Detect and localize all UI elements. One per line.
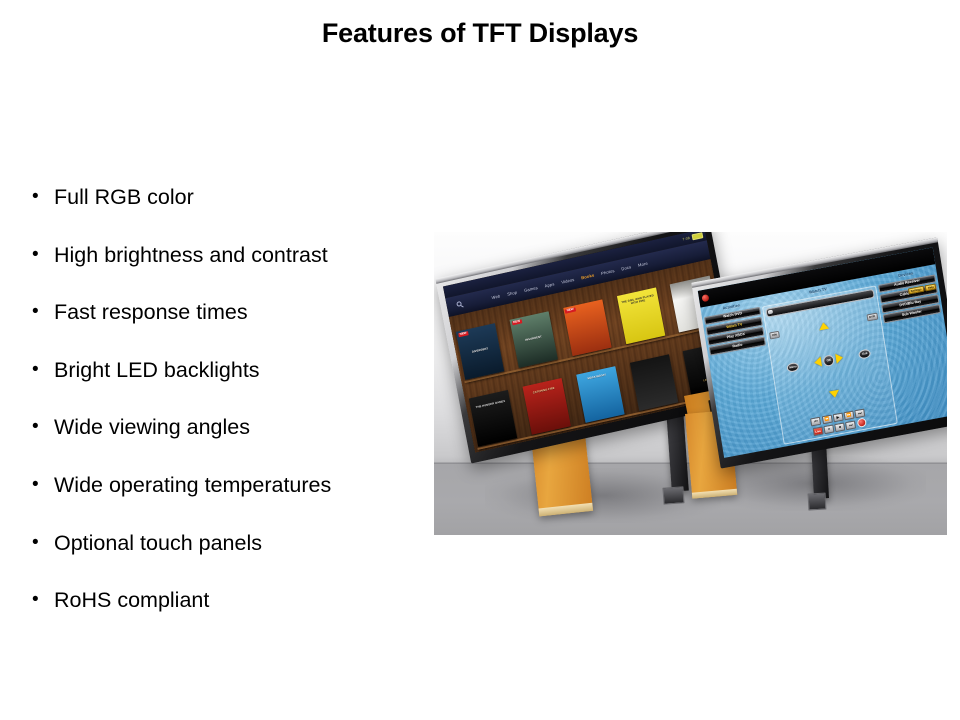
- remote-center-panel: Watch TV Info DVR Menu OK Exit ⏮ ⏪ ▶ ⏩ ⏭…: [761, 278, 898, 446]
- nav-item-books[interactable]: Books: [581, 273, 595, 281]
- book-title: MOCKINGJAY: [587, 373, 607, 381]
- ok-button[interactable]: OK: [823, 354, 836, 368]
- new-badge: NEW: [564, 307, 576, 314]
- book-cover[interactable]: MOCKINGJAY: [575, 366, 625, 424]
- dpad-middle-row: OK: [814, 353, 845, 369]
- bullet-marker-icon: •: [32, 531, 39, 553]
- book-title: DIVERGENT: [471, 347, 489, 355]
- list-item: • RoHS compliant: [28, 585, 448, 643]
- ribbon-contact-edge: [538, 502, 593, 517]
- bullet-label: Wide operating temperatures: [54, 472, 332, 497]
- bullet-label: Fast response times: [54, 300, 248, 325]
- pause-icon[interactable]: ⏸: [823, 424, 835, 435]
- bullet-marker-icon: •: [32, 243, 39, 265]
- list-item: • Full RGB color: [28, 182, 448, 240]
- slide: Features of TFT Displays • Full RGB colo…: [0, 0, 960, 720]
- bullet-label: High brightness and contrast: [54, 242, 328, 267]
- list-item: • Wide viewing angles: [28, 412, 448, 470]
- list-item: • Bright LED backlights: [28, 355, 448, 413]
- bullet-marker-icon: •: [32, 589, 39, 611]
- nav-item-games[interactable]: Games: [523, 285, 538, 293]
- nav-item-shop[interactable]: Shop: [507, 290, 518, 297]
- bullet-marker-icon: •: [32, 416, 39, 438]
- book-cover[interactable]: NEW INSURGENT: [509, 311, 559, 369]
- record-icon[interactable]: [856, 418, 867, 429]
- book-title: CATCHING FIRE: [532, 386, 555, 395]
- book-cover[interactable]: NEW DIVERGENT: [455, 322, 505, 381]
- nav-item-more[interactable]: More: [637, 261, 648, 268]
- new-badge: NEW: [457, 330, 469, 338]
- list-item: • Wide operating temperatures: [28, 470, 448, 528]
- book-title: THE HUNGER GAMES: [475, 399, 506, 410]
- book-cover[interactable]: CATCHING FIRE: [522, 378, 572, 436]
- bullet-label: Bright LED backlights: [54, 357, 260, 382]
- dpad: Info DVR Menu OK Exit: [767, 299, 891, 422]
- down-arrow-icon[interactable]: [829, 390, 841, 400]
- bullet-marker-icon: •: [32, 186, 39, 207]
- book-cover[interactable]: THE GIRL WHO PLAYED WITH FIRE: [616, 287, 666, 345]
- dvr-button[interactable]: DVR: [866, 313, 879, 322]
- right-display-bezel: Settings Help Activities Watch DVD Watch…: [691, 237, 947, 469]
- list-item: • High brightness and contrast: [28, 240, 448, 298]
- ribbon-contact-edge: [691, 488, 737, 499]
- feature-bullet-list: • Full RGB color • High brightness and c…: [28, 182, 448, 643]
- nav-item-videos[interactable]: Videos: [561, 277, 575, 285]
- list-item: • Optional touch panels: [28, 528, 448, 586]
- bullet-marker-icon: •: [32, 301, 39, 323]
- list-item: • Fast response times: [28, 297, 448, 355]
- bullet-marker-icon: •: [32, 473, 39, 495]
- exit-button[interactable]: Exit: [858, 348, 872, 360]
- stop-icon[interactable]: ⏹: [834, 422, 846, 433]
- book-cover[interactable]: THE HUNGER GAMES: [468, 390, 518, 448]
- menu-button[interactable]: Menu: [786, 361, 800, 373]
- book-title: THE GIRL WHO PLAYED WITH FIRE: [621, 293, 654, 306]
- bullet-label: Optional touch panels: [54, 530, 262, 555]
- right-cable-end-connector: [808, 492, 828, 511]
- live-button[interactable]: Live: [812, 426, 824, 437]
- bullet-label: Wide viewing angles: [54, 415, 250, 440]
- remote-controls-panel: Info DVR Menu OK Exit ⏮ ⏪ ▶ ⏩ ⏭ Live ⏸ ⏹…: [762, 285, 898, 446]
- left-arrow-icon[interactable]: [814, 357, 823, 369]
- right-arrow-icon[interactable]: [835, 353, 845, 365]
- page-title: Features of TFT Displays: [321, 18, 639, 48]
- up-arrow-icon[interactable]: [818, 322, 830, 331]
- book-title: [567, 322, 606, 331]
- book-title: INSURGENT: [525, 335, 543, 343]
- nav-item-docs[interactable]: Docs: [621, 265, 632, 272]
- bullet-label: RoHS compliant: [54, 588, 210, 613]
- search-icon[interactable]: [455, 300, 464, 310]
- book-cover[interactable]: NEW: [562, 299, 612, 357]
- bullet-marker-icon: •: [32, 358, 39, 380]
- nav-item-web[interactable]: Web: [491, 294, 501, 301]
- info-button[interactable]: Info: [769, 331, 781, 340]
- right-panel-assembly: Settings Help Activities Watch DVD Watch…: [660, 232, 947, 535]
- power-icon[interactable]: [702, 294, 711, 303]
- nav-item-apps[interactable]: Apps: [544, 282, 555, 289]
- new-badge: NEW: [511, 319, 523, 326]
- next-track-icon[interactable]: ⏭: [845, 420, 857, 431]
- product-photo: 7:08 Web Shop Games Apps Videos Books Ph…: [434, 232, 947, 535]
- bullet-label: Full RGB color: [54, 185, 194, 209]
- nav-item-photos[interactable]: Photos: [601, 268, 615, 276]
